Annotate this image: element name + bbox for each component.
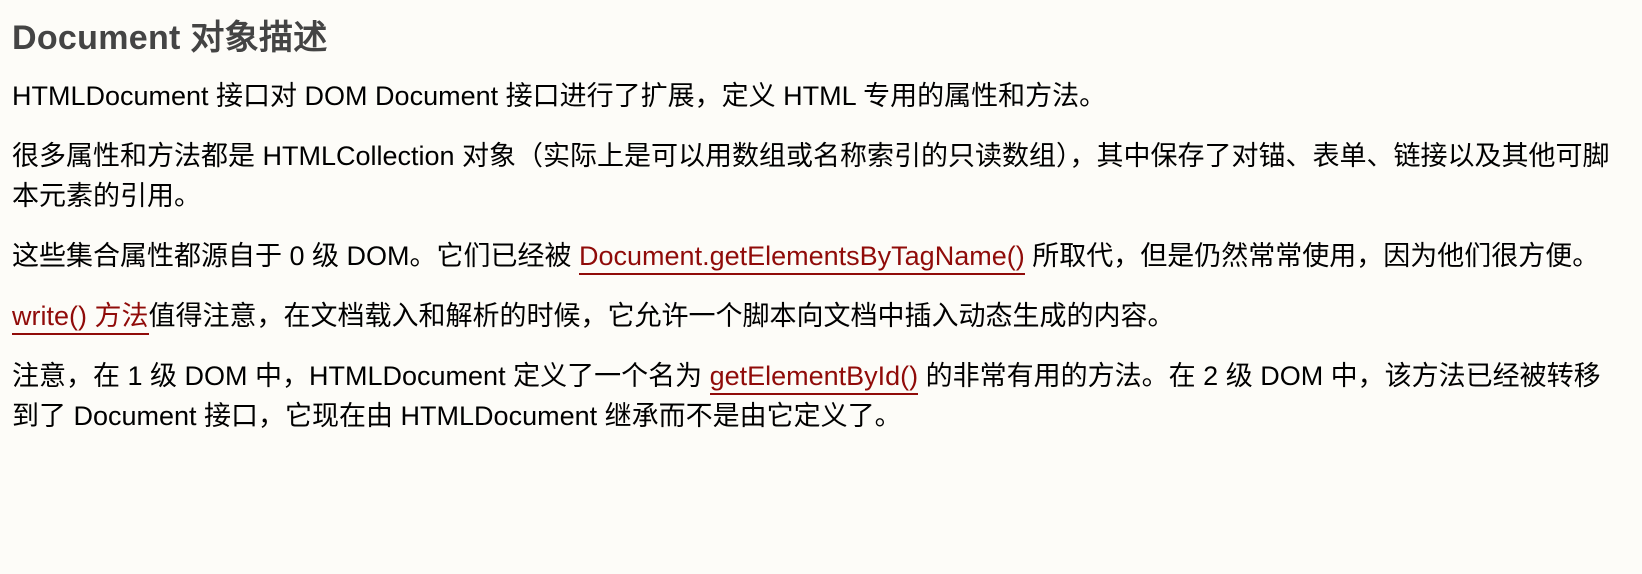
- paragraph-text: 注意，在 1 级 DOM 中，HTMLDocument 定义了一个名为: [12, 361, 710, 391]
- paragraph-getelementbyid: 注意，在 1 级 DOM 中，HTMLDocument 定义了一个名为 getE…: [12, 356, 1622, 436]
- paragraph-write-method: write() 方法值得注意，在文档载入和解析的时候，它允许一个脚本向文档中插入…: [12, 296, 1622, 336]
- paragraph-collections: 很多属性和方法都是 HTMLCollection 对象（实际上是可以用数组或名称…: [12, 141, 1610, 211]
- link-write-method[interactable]: write() 方法: [12, 301, 149, 335]
- paragraph-intro: HTMLDocument 接口对 DOM Document 接口进行了扩展，定义…: [12, 81, 1107, 111]
- paragraph-text: 这些集合属性都源自于 0 级 DOM。它们已经被: [12, 241, 580, 271]
- paragraph-text: 所取代，但是仍然常常使用，因为他们很方便。: [1024, 241, 1600, 271]
- link-getelementsbytagname[interactable]: Document.getElementsByTagName(): [579, 241, 1025, 275]
- page-title: Document 对象描述: [12, 19, 328, 57]
- document-page: Document 对象描述 HTMLDocument 接口对 DOM Docum…: [0, 0, 1642, 574]
- link-getelementbyid[interactable]: getElementById(): [709, 361, 919, 395]
- paragraph-dom-level-0: 这些集合属性都源自于 0 级 DOM。它们已经被 Document.getEle…: [12, 236, 1622, 276]
- paragraph-text: 值得注意，在文档载入和解析的时候，它允许一个脚本向文档中插入动态生成的内容。: [148, 301, 1175, 331]
